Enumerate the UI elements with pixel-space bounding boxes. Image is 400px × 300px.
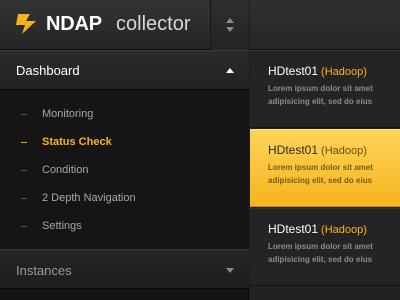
dash-icon [21, 142, 27, 143]
sidebar-item-status-check[interactable]: Status Check [0, 129, 249, 157]
instance-list: HDtest01 (Hadoop) Lorem ipsum dolor sit a… [250, 0, 400, 300]
dash-icon [21, 226, 27, 227]
dash-icon [21, 114, 27, 115]
sidebar-item-settings[interactable]: Settings [0, 213, 249, 241]
sidebar: NDAP collector Dashboard Monitoring Stat… [0, 0, 249, 300]
logo-bar: NDAP collector [0, 0, 249, 50]
card-desc-line: adipisicing elit, sed do eius [268, 97, 373, 106]
card-name: HDtest01 [268, 143, 319, 157]
sidebar-item-monitoring[interactable]: Monitoring [0, 101, 249, 129]
card-type: (Hadoop) [321, 66, 367, 78]
sidebar-item-label: 2 Depth Navigation [42, 192, 136, 204]
sidebar-item-label: Monitoring [42, 108, 94, 120]
list-header [250, 0, 400, 50]
section-instances[interactable]: Instances [0, 249, 249, 289]
sidebar-nav: Monitoring Status Check Condition 2 Dept… [0, 91, 249, 249]
bolt-logo-icon [16, 14, 36, 34]
list-item-selected[interactable]: HDtest01 (Hadoop) Lorem ipsum dolor sit a… [250, 129, 400, 207]
sidebar-item-label: Settings [42, 220, 82, 232]
brand-name: NDAP [46, 13, 102, 35]
card-title: HDtest01 (Hadoop) [268, 64, 367, 78]
card-name: HDtest01 [268, 222, 319, 236]
list-item[interactable]: HDtest01 (Hadoop) Lorem ipsum dolor sit a… [250, 50, 400, 128]
card-desc-line: adipisicing elit, sed do eius [268, 176, 373, 185]
sidebar-item-label: Condition [42, 164, 89, 176]
sidebar-item-label: Status Check [42, 136, 112, 148]
card-title: HDtest01 (Hadoop) [268, 222, 367, 236]
card-desc-line: Lorem ipsum dolor sit amet [268, 84, 373, 93]
card-type: (Hadoop) [321, 145, 367, 157]
card-description: Lorem ipsum dolor sit amet adipisicing e… [268, 240, 400, 266]
dash-icon [21, 198, 27, 199]
card-type: (Hadoop) [321, 224, 367, 236]
section-dashboard-label: Dashboard [16, 63, 80, 78]
up-down-switcher-icon[interactable] [210, 0, 249, 50]
card-title: HDtest01 (Hadoop) [268, 143, 367, 157]
dash-icon [21, 170, 27, 171]
list-item[interactable]: HDtest01 (Hadoop) Lorem ipsum dolor sit a… [250, 208, 400, 286]
caret-up-icon [226, 68, 234, 73]
brand-product: collector [116, 13, 191, 35]
card-desc-line: Lorem ipsum dolor sit amet [268, 163, 373, 172]
card-desc-line: adipisicing elit, sed do eius [268, 255, 373, 264]
card-description: Lorem ipsum dolor sit amet adipisicing e… [268, 161, 400, 187]
sidebar-item-condition[interactable]: Condition [0, 157, 249, 185]
section-instances-label: Instances [16, 263, 72, 278]
section-dashboard[interactable]: Dashboard [0, 50, 249, 90]
card-name: HDtest01 [268, 64, 319, 78]
caret-down-icon [226, 268, 234, 273]
card-description: Lorem ipsum dolor sit amet adipisicing e… [268, 82, 400, 108]
card-desc-line: Lorem ipsum dolor sit amet [268, 242, 373, 251]
sidebar-item-2-depth-navigation[interactable]: 2 Depth Navigation [0, 185, 249, 213]
